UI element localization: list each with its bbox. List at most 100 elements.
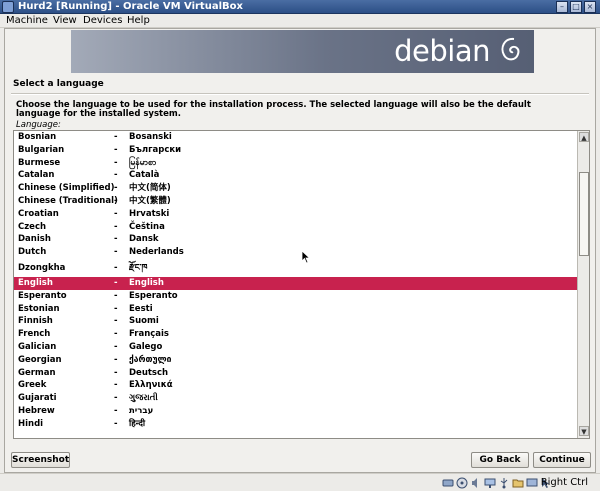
language-native-name: Bosanski [129, 132, 172, 142]
language-separator: - [114, 341, 118, 352]
language-native-name: Dansk [129, 234, 159, 245]
language-separator: - [114, 157, 118, 168]
language-row[interactable]: Croatian - Hrvatski [14, 208, 577, 221]
language-english-name: Chinese (Traditional) [18, 195, 118, 206]
language-native-name: Čeština [129, 221, 165, 232]
language-label: Language: [16, 120, 61, 130]
language-separator: - [114, 247, 118, 258]
language-row[interactable]: German - Deutsch [14, 367, 577, 380]
language-row[interactable]: Danish - Dansk [14, 233, 577, 246]
language-row[interactable]: Georgian - ქართული [14, 354, 577, 367]
language-native-name: Eesti [129, 303, 153, 314]
shared-folders-icon[interactable] [512, 477, 524, 489]
language-row[interactable]: Chinese (Traditional) - 中文(繁體) [14, 195, 577, 208]
language-english-name: Estonian [18, 303, 60, 314]
language-native-name: 中文(繁體) [129, 195, 171, 206]
language-separator: - [114, 405, 118, 416]
language-separator: - [114, 316, 118, 327]
language-separator: - [114, 380, 118, 391]
maximize-icon[interactable]: □ [570, 1, 582, 13]
language-row[interactable]: English - English [14, 276, 577, 290]
language-separator: - [114, 170, 118, 181]
language-list[interactable]: Bosnian - Bosanski Bulgarian - Български Burme… [13, 130, 590, 439]
language-native-name: ქართული [129, 354, 172, 365]
language-english-name: Dutch [18, 247, 47, 258]
language-row[interactable]: Chinese (Simplified) - 中文(简体) [14, 182, 577, 195]
language-row[interactable]: Bosnian - Bosanski [14, 131, 577, 144]
language-english-name: Dzongkha [18, 262, 66, 273]
language-separator: - [114, 234, 118, 245]
language-row[interactable]: Galician - Galego [14, 341, 577, 354]
language-english-name: Finnish [18, 316, 53, 327]
menu-view[interactable]: View [53, 15, 77, 27]
window-title: Hurd2 [Running] - Oracle VM VirtualBox [18, 1, 243, 12]
scroll-down-icon[interactable]: ▼ [579, 426, 589, 436]
language-row[interactable]: French - Français [14, 328, 577, 341]
language-row[interactable]: Hebrew - עברית [14, 405, 577, 418]
language-row[interactable]: Finnish - Suomi [14, 315, 577, 328]
close-icon[interactable]: × [584, 1, 596, 13]
language-row[interactable]: Estonian - Eesti [14, 303, 577, 316]
scroll-up-icon[interactable]: ▲ [579, 132, 589, 142]
list-scrollbar[interactable]: ▲ ▼ [577, 131, 589, 438]
language-row[interactable]: Dzongkha - རྫོང་ཁ [14, 259, 577, 277]
display-icon[interactable] [526, 477, 538, 489]
network-icon[interactable] [484, 477, 496, 489]
language-separator: - [114, 221, 118, 232]
language-separator: - [114, 183, 118, 194]
language-native-name: Ελληνικά [129, 380, 173, 391]
language-native-name: Suomi [129, 316, 159, 327]
screenshot-button[interactable]: Screenshot [11, 452, 70, 468]
language-row[interactable]: Bulgarian - Български [14, 144, 577, 157]
language-separator: - [114, 208, 118, 219]
divider [11, 93, 589, 95]
usb-icon[interactable] [498, 477, 510, 489]
menubar: Machine View Devices Help [0, 14, 600, 28]
minimize-icon[interactable]: – [556, 1, 568, 13]
page-title: Select a language [13, 79, 104, 89]
language-row[interactable]: Czech - Čeština [14, 221, 577, 234]
language-separator: - [114, 277, 118, 288]
go-back-button[interactable]: Go Back [471, 452, 529, 468]
language-english-name: Gujarati [18, 393, 57, 404]
language-native-name: English [129, 277, 164, 288]
menu-help[interactable]: Help [127, 15, 150, 27]
continue-button[interactable]: Continue [533, 452, 591, 468]
debian-banner: debian [71, 30, 534, 73]
language-native-name: Français [129, 329, 169, 340]
menu-machine[interactable]: Machine [6, 15, 48, 27]
optical-drive-icon[interactable] [456, 477, 468, 489]
language-english-name: Bosnian [18, 132, 57, 142]
language-native-name: עברית [129, 405, 154, 416]
language-row[interactable]: Burmese - မြန်မာစာ [14, 157, 577, 170]
audio-icon[interactable] [470, 477, 482, 489]
language-row[interactable]: Greek - Ελληνικά [14, 379, 577, 392]
language-separator: - [114, 290, 118, 301]
language-row[interactable]: Hindi - हिन्दी [14, 418, 577, 431]
language-native-name: Български [129, 144, 182, 155]
language-row[interactable]: Esperanto - Esperanto [14, 290, 577, 303]
language-native-name: हिन्दी [129, 418, 146, 429]
language-separator: - [114, 329, 118, 340]
language-english-name: Croatian [18, 208, 59, 219]
language-english-name: Hebrew [18, 405, 55, 416]
language-english-name: Danish [18, 234, 51, 245]
language-row[interactable]: Gujarati - ગુજરાતી [14, 392, 577, 405]
language-english-name: Burmese [18, 157, 61, 168]
guest-display[interactable]: debian Select a language Choose the lang… [4, 28, 596, 473]
language-native-name: Galego [129, 341, 163, 352]
language-native-name: Català [129, 170, 160, 181]
window-title-bar[interactable]: Hurd2 [Running] - Oracle VM VirtualBox –… [0, 0, 600, 14]
hard-disk-icon[interactable] [442, 477, 454, 489]
language-english-name: Greek [18, 380, 47, 391]
language-native-name: Esperanto [129, 290, 178, 301]
language-separator: - [114, 195, 118, 206]
mouse-cursor-icon [301, 250, 311, 264]
language-row[interactable]: Catalan - Català [14, 169, 577, 182]
language-native-name: Hrvatski [129, 208, 170, 219]
language-english-name: Catalan [18, 170, 55, 181]
language-english-name: English [18, 277, 53, 288]
menu-devices[interactable]: Devices [83, 15, 122, 27]
language-row[interactable]: Dutch - Nederlands [14, 246, 577, 259]
scrollbar-thumb[interactable] [579, 172, 589, 256]
